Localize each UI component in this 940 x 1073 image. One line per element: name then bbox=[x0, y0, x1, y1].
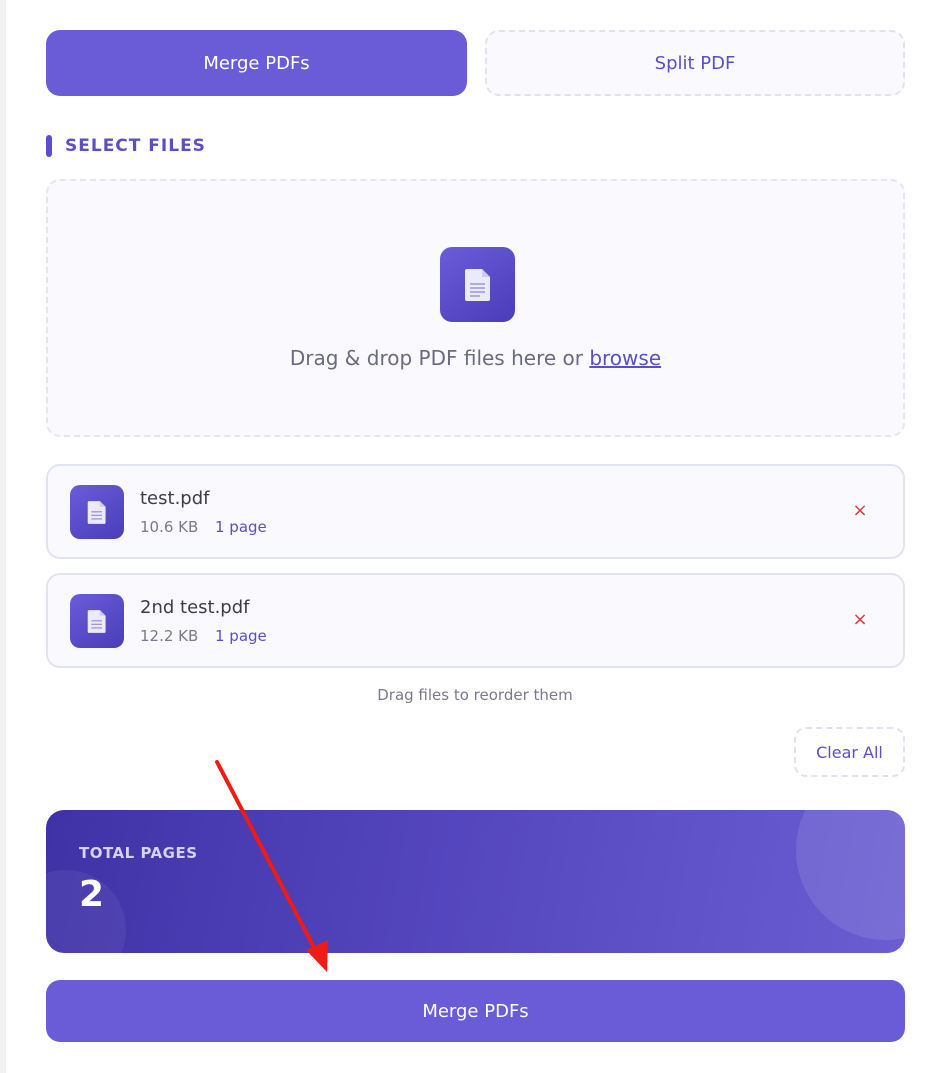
file-name: test.pdf bbox=[140, 488, 210, 509]
file-size: 12.2 KB bbox=[140, 627, 199, 645]
section-accent-bar bbox=[46, 135, 52, 157]
browse-link[interactable]: browse bbox=[589, 346, 661, 370]
dropzone-instructions: Drag & drop PDF files here or browse bbox=[48, 346, 903, 370]
select-files-heading: SELECT FILES bbox=[46, 135, 206, 157]
merge-pdfs-button[interactable]: Merge PDFs bbox=[46, 980, 905, 1042]
file-icon bbox=[440, 247, 515, 322]
remove-file-icon[interactable]: × bbox=[849, 498, 871, 522]
total-pages-card: TOTAL PAGES 2 bbox=[46, 810, 905, 953]
reorder-hint: Drag files to reorder them bbox=[377, 686, 573, 704]
clear-all-button[interactable]: Clear All bbox=[794, 727, 905, 777]
dropzone-text: Drag & drop PDF files here or bbox=[289, 346, 590, 370]
tab-merge-pdfs[interactable]: Merge PDFs bbox=[46, 30, 467, 96]
decorative-circle bbox=[796, 810, 905, 940]
total-pages-value: 2 bbox=[79, 874, 105, 915]
page-left-edge bbox=[0, 0, 6, 1073]
pdf-file-icon bbox=[70, 485, 124, 539]
file-name: 2nd test.pdf bbox=[140, 597, 250, 618]
pdf-file-icon bbox=[70, 594, 124, 648]
select-files-title: SELECT FILES bbox=[65, 136, 206, 156]
file-card[interactable]: test.pdf 10.6 KB 1 page × bbox=[46, 464, 905, 559]
file-size: 10.6 KB bbox=[140, 518, 199, 536]
file-page-count: 1 page bbox=[215, 518, 267, 536]
file-dropzone[interactable]: Drag & drop PDF files here or browse bbox=[46, 179, 905, 437]
remove-file-icon[interactable]: × bbox=[849, 607, 871, 631]
tab-split-pdf[interactable]: Split PDF bbox=[485, 30, 905, 96]
file-page-count: 1 page bbox=[215, 627, 267, 645]
total-pages-label: TOTAL PAGES bbox=[79, 844, 198, 862]
file-card[interactable]: 2nd test.pdf 12.2 KB 1 page × bbox=[46, 573, 905, 668]
